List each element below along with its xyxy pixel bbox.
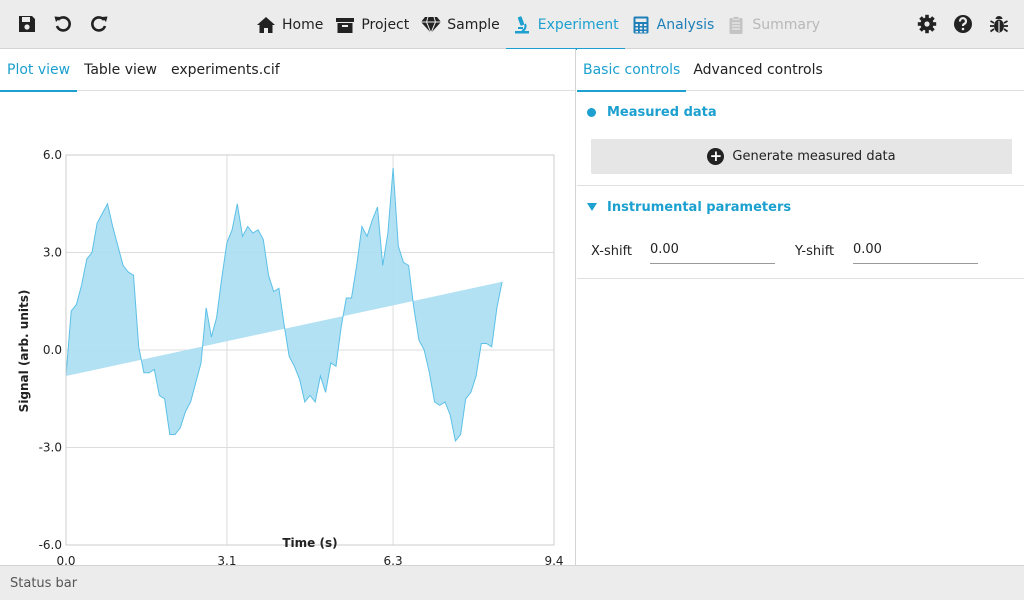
help-button[interactable] xyxy=(952,12,974,36)
subtab-experiments-cif[interactable]: experiments.cif xyxy=(164,49,287,91)
settings-button[interactable] xyxy=(916,12,938,36)
x-shift-label: X-shift xyxy=(591,244,633,259)
save-button[interactable] xyxy=(16,12,38,36)
signal-chart[interactable]: 6.0 3.0 0.0 -3.0 -6.0 0.0 3.1 6.3 9.4 Time (s) S… xyxy=(0,91,575,569)
y-tick-label: 0.0 xyxy=(43,343,62,357)
redo-button[interactable] xyxy=(88,12,110,36)
tab-summary[interactable]: Summary xyxy=(720,0,826,49)
y-tick-label: 3.0 xyxy=(43,246,62,260)
subtab-basic-controls[interactable]: Basic controls xyxy=(577,49,687,92)
toolbar-right-group xyxy=(916,12,1010,36)
measured-data-title: Measured data xyxy=(607,104,717,120)
instrumental-parameters-title: Instrumental parameters xyxy=(607,199,792,215)
instrumental-parameters-section: Instrumental parameters X-shift Y-shift xyxy=(577,186,1024,279)
y-shift-field[interactable] xyxy=(853,236,978,264)
help-icon xyxy=(954,15,972,33)
calculator-icon xyxy=(633,16,649,33)
clipboard-icon xyxy=(729,15,743,34)
gem-icon xyxy=(421,16,442,34)
home-icon xyxy=(257,16,275,33)
caret-down-icon xyxy=(587,203,597,211)
save-icon xyxy=(19,16,35,32)
main-tabs: Home Project Sample Experiment Analysis … xyxy=(250,0,826,50)
chart-canvas: 6.0 3.0 0.0 -3.0 -6.0 0.0 3.1 6.3 9.4 Time (s) S… xyxy=(17,148,564,568)
bug-icon xyxy=(989,16,1009,33)
redo-icon xyxy=(91,16,108,32)
status-bar: Status bar xyxy=(0,565,1024,600)
y-axis-label: Signal (arb. units) xyxy=(17,290,31,413)
left-subtabs: Plot view Table view experiments.cif xyxy=(0,49,575,92)
toolbar-left-group xyxy=(16,12,110,36)
x-shift-field[interactable] xyxy=(650,236,775,264)
tab-label: Experiment xyxy=(537,16,619,33)
x-axis-label: Time (s) xyxy=(282,536,337,550)
right-subtabs: Basic controls Advanced controls xyxy=(577,49,1024,92)
generate-measured-data-button[interactable]: + Generate measured data xyxy=(591,139,1012,174)
y-tick-label: 6.0 xyxy=(43,148,62,162)
x-tick-label: 6.3 xyxy=(384,554,403,565)
measured-data-section: Measured data + Generate measured data xyxy=(577,91,1024,186)
tab-label: Analysis xyxy=(656,16,715,33)
instrumental-params-row: X-shift Y-shift xyxy=(577,228,1024,278)
tab-label: Sample xyxy=(447,16,500,33)
microscope-icon xyxy=(514,15,529,33)
subtab-table-view[interactable]: Table view xyxy=(77,49,164,91)
x-tick-label: 3.1 xyxy=(217,554,236,565)
x-tick-label: 0.0 xyxy=(56,554,75,565)
debug-button[interactable] xyxy=(988,12,1010,36)
tab-project[interactable]: Project xyxy=(329,0,415,49)
subtab-advanced-controls[interactable]: Advanced controls xyxy=(686,49,829,91)
y-tick-label: -3.0 xyxy=(39,441,62,455)
y-tick-label: -6.0 xyxy=(39,538,62,552)
tab-label: Project xyxy=(361,16,410,33)
status-text: Status bar xyxy=(10,575,78,591)
gear-icon xyxy=(917,14,937,34)
archive-icon xyxy=(336,17,355,33)
tab-analysis[interactable]: Analysis xyxy=(625,0,721,49)
x-tick-label: 9.4 xyxy=(544,554,563,565)
instrumental-parameters-header[interactable]: Instrumental parameters xyxy=(577,186,1024,228)
top-toolbar: Home Project Sample Experiment Analysis … xyxy=(0,0,1024,50)
generate-button-label: Generate measured data xyxy=(732,149,896,164)
subtab-plot-view[interactable]: Plot view xyxy=(0,49,78,92)
tab-label: Home xyxy=(282,16,324,33)
tab-label: Summary xyxy=(752,16,820,33)
measured-data-header[interactable]: Measured data xyxy=(577,91,1024,133)
bullet-icon xyxy=(587,107,596,117)
tab-experiment[interactable]: Experiment xyxy=(505,0,625,50)
right-pane: Basic controls Advanced controls Measure… xyxy=(577,49,1024,565)
y-shift-label: Y-shift xyxy=(795,244,835,259)
plus-circle-icon: + xyxy=(707,148,725,165)
undo-icon xyxy=(54,16,71,32)
left-pane: Plot view Table view experiments.cif 6.0… xyxy=(0,49,576,568)
tab-sample[interactable]: Sample xyxy=(415,0,506,49)
signal-band xyxy=(65,167,503,443)
tab-home[interactable]: Home xyxy=(250,0,329,49)
undo-button[interactable] xyxy=(52,12,74,36)
